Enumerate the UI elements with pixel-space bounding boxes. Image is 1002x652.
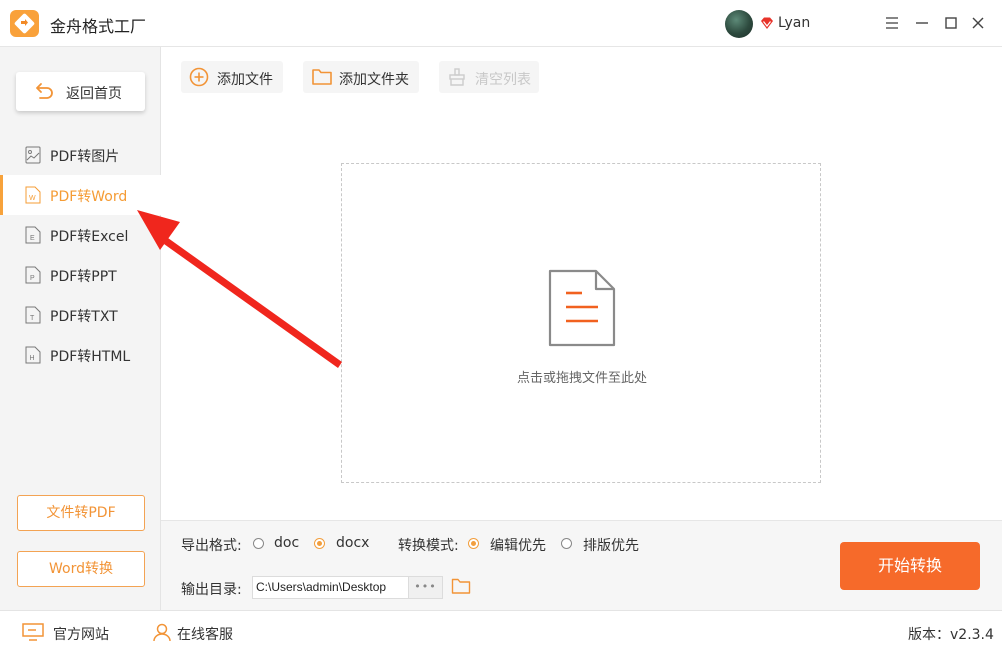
svg-text:P: P	[30, 275, 35, 282]
mode-option-edit-priority[interactable]: 编辑优先	[490, 535, 546, 555]
sidebar-item-label: PDF转HTML	[50, 349, 131, 365]
options-panel: 导出格式: doc docx 转换模式: 编辑优先 排版优先 输出目录: C:\…	[161, 520, 1002, 610]
svg-text:H: H	[30, 355, 35, 362]
app-title: 金舟格式工厂	[50, 17, 147, 36]
mode-option-layout-priority[interactable]: 排版优先	[583, 535, 639, 555]
app-logo-icon	[10, 10, 39, 37]
vip-diamond-icon	[761, 17, 773, 29]
folder-icon	[312, 69, 332, 85]
txt-file-icon: T	[25, 306, 41, 324]
file-drop-zone[interactable]: 点击或拖拽文件至此处	[341, 163, 821, 483]
document-icon	[548, 269, 616, 347]
add-folder-button[interactable]: 添加文件夹	[303, 61, 419, 93]
add-folder-label: 添加文件夹	[339, 72, 409, 88]
add-file-button[interactable]: 添加文件	[181, 61, 283, 93]
sidebar-item-pdf-to-txt[interactable]: T PDF转TXT	[0, 295, 161, 335]
sidebar-item-label: PDF转Word	[50, 189, 128, 205]
browse-more-button[interactable]: •••	[408, 577, 442, 598]
excel-file-icon: E	[25, 226, 41, 244]
version-text: 版本：v2.3.4	[908, 627, 994, 643]
output-path-field[interactable]: C:\Users\admin\Desktop •••	[252, 576, 443, 599]
file-to-pdf-button[interactable]: 文件转PDF	[17, 495, 145, 531]
svg-text:W: W	[29, 195, 36, 202]
drop-hint-text: 点击或拖拽文件至此处	[516, 371, 647, 386]
word-convert-button[interactable]: Word转换	[17, 551, 145, 587]
back-home-label: 返回首页	[66, 86, 122, 102]
sidebar-item-pdf-to-ppt[interactable]: P PDF转PPT	[0, 255, 161, 295]
return-arrow-icon	[36, 83, 53, 99]
broom-icon	[449, 68, 465, 86]
start-convert-button[interactable]: 开始转换	[840, 542, 980, 590]
clear-list-button[interactable]: 清空列表	[439, 61, 539, 93]
radio-layout-priority[interactable]	[561, 538, 572, 549]
format-option-doc[interactable]: doc	[274, 535, 299, 551]
sidebar-item-label: PDF转Excel	[50, 229, 129, 245]
clear-list-label: 清空列表	[475, 72, 531, 88]
sidebar: 返回首页 PDF转图片 W PDF转Word E PDF转Excel P PDF…	[0, 47, 161, 610]
add-circle-icon	[189, 67, 209, 87]
sidebar-item-pdf-to-html[interactable]: H PDF转HTML	[0, 335, 161, 375]
sidebar-item-label: PDF转图片	[50, 149, 120, 165]
username[interactable]: Lyan	[778, 15, 810, 31]
html-file-icon: H	[25, 346, 41, 364]
svg-text:T: T	[30, 315, 35, 322]
sidebar-item-pdf-to-excel[interactable]: E PDF转Excel	[0, 215, 161, 255]
monitor-icon	[22, 623, 44, 641]
export-format-label: 导出格式:	[181, 538, 242, 554]
close-icon[interactable]	[968, 13, 988, 33]
title-bar: 金舟格式工厂 Lyan	[0, 0, 1002, 47]
svg-text:E: E	[30, 235, 35, 242]
maximize-icon[interactable]	[941, 13, 961, 33]
radio-docx[interactable]	[314, 538, 325, 549]
sidebar-item-pdf-to-image[interactable]: PDF转图片	[0, 135, 161, 175]
active-indicator	[0, 175, 3, 215]
convert-mode-label: 转换模式:	[398, 538, 459, 554]
sidebar-item-label: PDF转TXT	[50, 309, 118, 325]
minimize-icon[interactable]	[912, 13, 932, 33]
online-support-link[interactable]: 在线客服	[177, 624, 233, 644]
output-dir-label: 输出目录:	[181, 582, 242, 598]
open-folder-icon[interactable]	[451, 577, 471, 595]
official-website-link[interactable]: 官方网站	[53, 624, 109, 644]
image-file-icon	[25, 146, 41, 164]
menu-icon[interactable]	[882, 13, 902, 33]
footer: 官方网站 在线客服 版本：v2.3.4	[0, 610, 1002, 652]
radio-edit-priority[interactable]	[468, 538, 479, 549]
word-file-icon: W	[25, 186, 41, 204]
sidebar-item-label: PDF转PPT	[50, 269, 117, 285]
radio-doc[interactable]	[253, 538, 264, 549]
format-option-docx[interactable]: docx	[336, 535, 369, 551]
sidebar-item-pdf-to-word[interactable]: W PDF转Word	[0, 175, 161, 215]
back-home-button[interactable]: 返回首页	[16, 72, 145, 111]
output-path-value: C:\Users\admin\Desktop	[256, 580, 387, 594]
ppt-file-icon: P	[25, 266, 41, 284]
user-avatar[interactable]	[725, 10, 753, 38]
add-file-label: 添加文件	[217, 72, 273, 88]
customer-service-icon	[153, 623, 171, 642]
